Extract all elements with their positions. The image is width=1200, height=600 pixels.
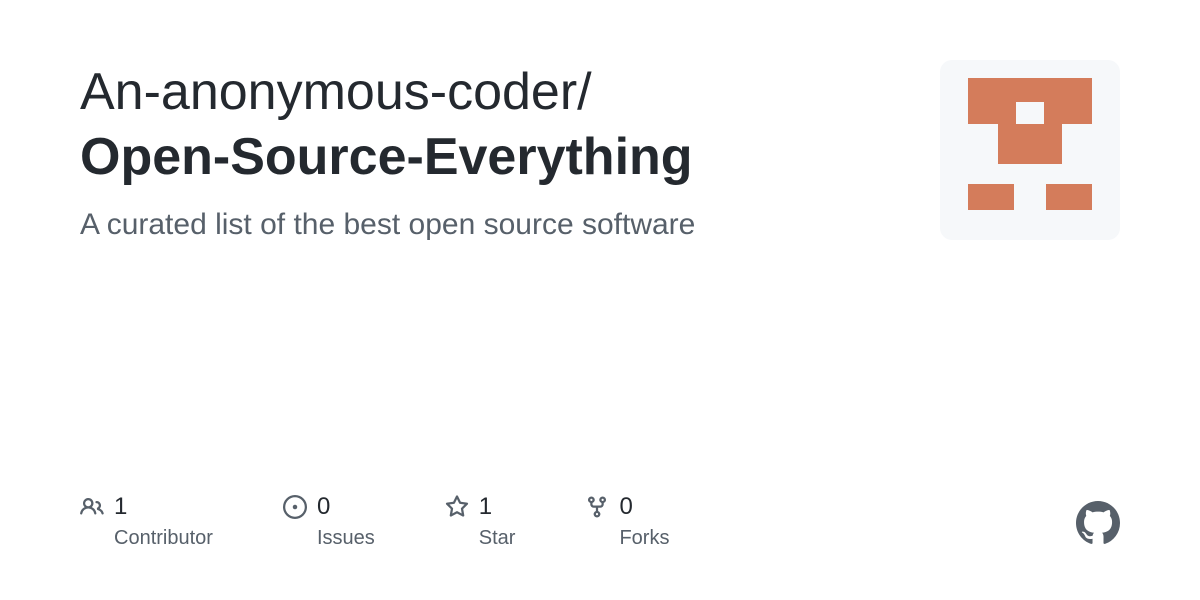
- title-block: An-anonymous-coder/ Open-Source-Everythi…: [80, 60, 900, 242]
- repo-description: A curated list of the best open source s…: [80, 208, 900, 242]
- stat-stars: 1 Star: [445, 493, 516, 550]
- repo-name: Open-Source-Everything: [80, 125, 900, 190]
- footer: 1 Contributor 0 Issues 1: [80, 493, 1120, 550]
- stats-row: 1 Contributor 0 Issues 1: [80, 493, 669, 550]
- stat-forks-label: Forks: [585, 527, 669, 550]
- stat-issues-label: Issues: [283, 527, 375, 550]
- path-separator: /: [577, 63, 591, 121]
- stat-forks: 0 Forks: [585, 493, 669, 550]
- star-icon: [445, 495, 469, 519]
- repo-path: An-anonymous-coder/ Open-Source-Everythi…: [80, 60, 900, 190]
- stat-stars-label: Star: [445, 527, 516, 550]
- stat-forks-count: 0: [619, 493, 632, 521]
- stat-contributors: 1 Contributor: [80, 493, 213, 550]
- stat-contributors-label: Contributor: [80, 527, 213, 550]
- stat-contributors-count: 1: [114, 493, 127, 521]
- header: An-anonymous-coder/ Open-Source-Everythi…: [80, 60, 1120, 242]
- stat-stars-count: 1: [479, 493, 492, 521]
- stat-issues-count: 0: [317, 493, 330, 521]
- repo-forked-icon: [585, 495, 609, 519]
- repo-social-card: An-anonymous-coder/ Open-Source-Everythi…: [0, 0, 1200, 600]
- stat-issues: 0 Issues: [283, 493, 375, 550]
- issue-opened-icon: [283, 495, 307, 519]
- identicon-icon: [958, 78, 1102, 222]
- repo-avatar: [940, 60, 1120, 240]
- repo-owner: An-anonymous-coder: [80, 63, 577, 121]
- github-mark-icon: [1076, 501, 1120, 550]
- people-icon: [80, 495, 104, 519]
